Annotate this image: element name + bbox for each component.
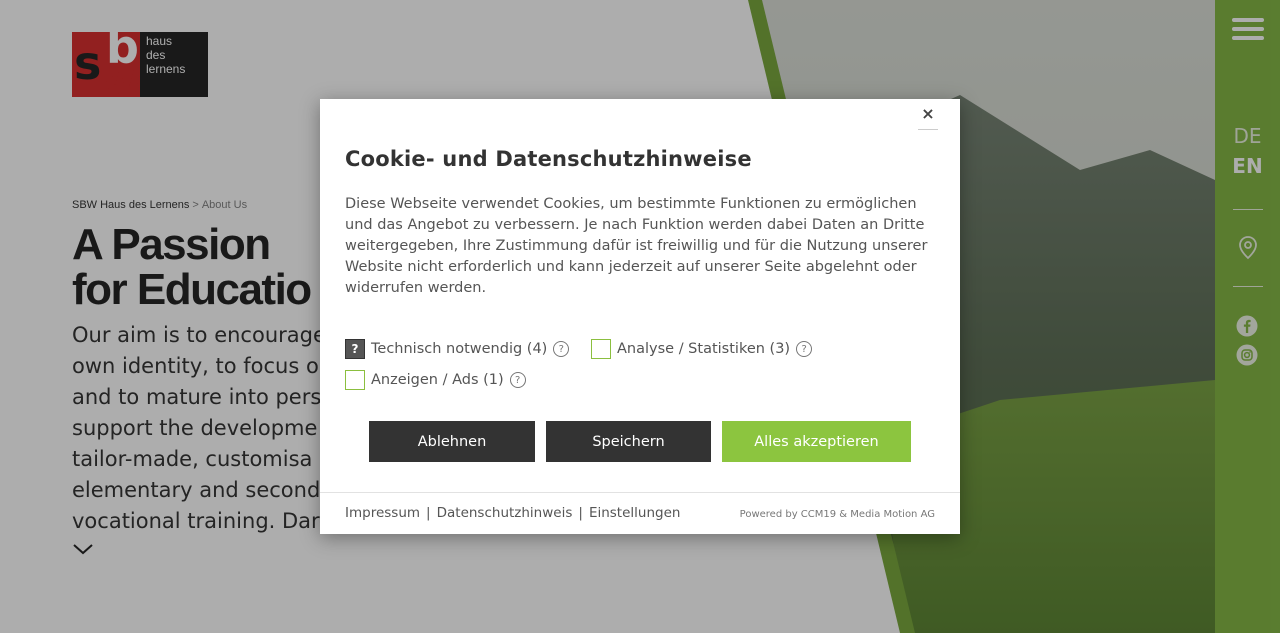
reject-button[interactable]: Ablehnen bbox=[369, 421, 535, 462]
consent-option-label: Anzeigen / Ads (1) bbox=[371, 372, 504, 388]
dialog-title: Cookie- und Datenschutzhinweise bbox=[345, 147, 752, 171]
consent-option-label: Technisch notwendig (4) bbox=[371, 341, 548, 357]
save-button[interactable]: Speichern bbox=[546, 421, 711, 462]
powered-by-text[interactable]: Powered by CCM19 & Media Motion AG bbox=[740, 509, 935, 520]
close-icon[interactable]: × bbox=[918, 104, 938, 130]
analytics-checkbox[interactable] bbox=[591, 339, 611, 359]
accept-all-button[interactable]: Alles akzeptieren bbox=[722, 421, 911, 462]
help-icon[interactable]: ? bbox=[553, 341, 570, 357]
help-icon[interactable]: ? bbox=[796, 341, 813, 357]
footer-separator: | bbox=[578, 505, 583, 521]
privacy-link[interactable]: Datenschutzhinweis bbox=[437, 505, 573, 521]
help-icon[interactable]: ? bbox=[509, 372, 526, 388]
dialog-description: Diese Webseite verwendet Cookies, um bes… bbox=[345, 196, 928, 296]
dialog-footer: Impressum | Datenschutzhinweis | Einstellung… bbox=[320, 492, 960, 534]
consent-option-analytics[interactable]: Analyse / Statistiken (3) ? bbox=[591, 339, 813, 359]
locked-checkbox: ? bbox=[345, 339, 365, 359]
footer-separator: | bbox=[426, 505, 431, 521]
footer-links: Impressum | Datenschutzhinweis | Einstellung… bbox=[345, 505, 680, 521]
consent-option-label: Analyse / Statistiken (3) bbox=[617, 341, 791, 357]
ads-checkbox[interactable] bbox=[345, 370, 365, 390]
imprint-link[interactable]: Impressum bbox=[345, 505, 420, 521]
settings-link[interactable]: Einstellungen bbox=[589, 505, 681, 521]
cookie-consent-dialog: × Cookie- und Datenschutzhinweise Diese … bbox=[320, 99, 960, 534]
consent-option-necessary[interactable]: ? Technisch notwendig (4) ? bbox=[345, 339, 570, 359]
consent-option-ads[interactable]: Anzeigen / Ads (1) ? bbox=[345, 370, 526, 390]
